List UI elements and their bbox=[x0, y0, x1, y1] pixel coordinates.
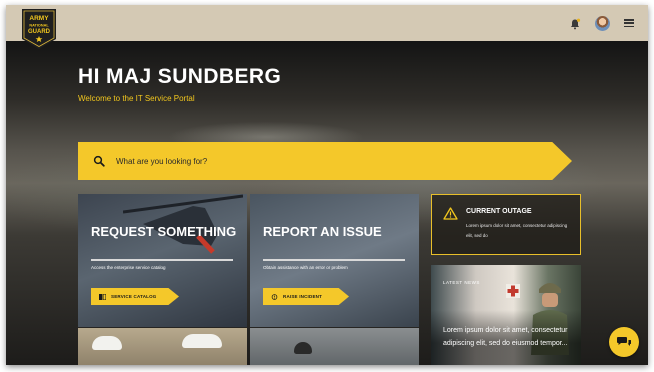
search-bar[interactable] bbox=[78, 142, 572, 180]
red-cross-icon bbox=[506, 284, 520, 298]
logo-text-guard: GUARD bbox=[28, 29, 51, 35]
page-subtitle: Welcome to the IT Service Portal bbox=[78, 94, 195, 103]
alert-circle-icon bbox=[271, 293, 278, 300]
raise-incident-button[interactable]: RAISE INCIDENT bbox=[263, 288, 349, 305]
top-bar bbox=[6, 5, 648, 41]
catalog-icon bbox=[99, 293, 106, 300]
page-title: HI MAJ SUNDBERG bbox=[78, 65, 282, 88]
latest-news-text: Lorem ipsum dolor sit amet, consectetur … bbox=[443, 327, 568, 347]
report-issue-card[interactable]: REPORT AN ISSUE Obtain assistance with a… bbox=[250, 194, 419, 327]
service-catalog-label: SERVICE CATALOG bbox=[111, 294, 157, 299]
request-card-title: REQUEST SOMETHING bbox=[91, 224, 237, 239]
latest-news-label: LATEST NEWS bbox=[443, 280, 480, 285]
latest-news-panel[interactable]: LATEST NEWS Lorem ipsum dolor sit amet, … bbox=[431, 265, 581, 365]
outage-description: Lorem ipsum dolor sit amet, consectetur … bbox=[466, 223, 568, 238]
search-input[interactable] bbox=[114, 155, 518, 167]
request-something-card[interactable]: REQUEST SOMETHING Access the enterprise … bbox=[78, 194, 247, 327]
request-card-divider bbox=[91, 259, 233, 261]
soldier-photo-tile[interactable] bbox=[250, 328, 419, 365]
bell-icon[interactable] bbox=[569, 17, 581, 30]
logo-text-national: NATIONAL bbox=[29, 24, 49, 28]
hard-hat-shape bbox=[182, 334, 222, 348]
outage-title: CURRENT OUTAGE bbox=[466, 208, 532, 215]
raise-incident-label: RAISE INCIDENT bbox=[283, 294, 323, 299]
hamburger-menu-icon[interactable] bbox=[624, 19, 634, 27]
workers-photo-tile[interactable] bbox=[78, 328, 247, 365]
warning-triangle-icon bbox=[443, 207, 458, 220]
report-card-divider bbox=[263, 259, 405, 261]
army-national-guard-logo[interactable]: ARMY NATIONAL GUARD bbox=[22, 9, 56, 49]
report-card-description: Obtain assistance with an error or probl… bbox=[263, 265, 348, 270]
head-shape bbox=[294, 342, 312, 354]
service-catalog-button[interactable]: SERVICE CATALOG bbox=[91, 288, 179, 305]
report-card-title: REPORT AN ISSUE bbox=[263, 224, 382, 239]
portal-window: ARMY NATIONAL GUARD HI MAJ SUNDBERG Welc… bbox=[6, 5, 648, 365]
current-outage-panel[interactable]: CURRENT OUTAGE Lorem ipsum dolor sit ame… bbox=[431, 194, 581, 255]
chat-bubbles-icon bbox=[617, 337, 631, 346]
chat-button[interactable] bbox=[609, 327, 639, 357]
top-bar-actions bbox=[569, 5, 634, 41]
search-icon bbox=[93, 155, 105, 167]
request-card-description: Access the enterprise service catalog bbox=[91, 265, 166, 270]
logo-text-army: ARMY bbox=[29, 15, 49, 22]
hard-hat-shape bbox=[92, 336, 122, 350]
user-avatar[interactable] bbox=[595, 15, 610, 31]
